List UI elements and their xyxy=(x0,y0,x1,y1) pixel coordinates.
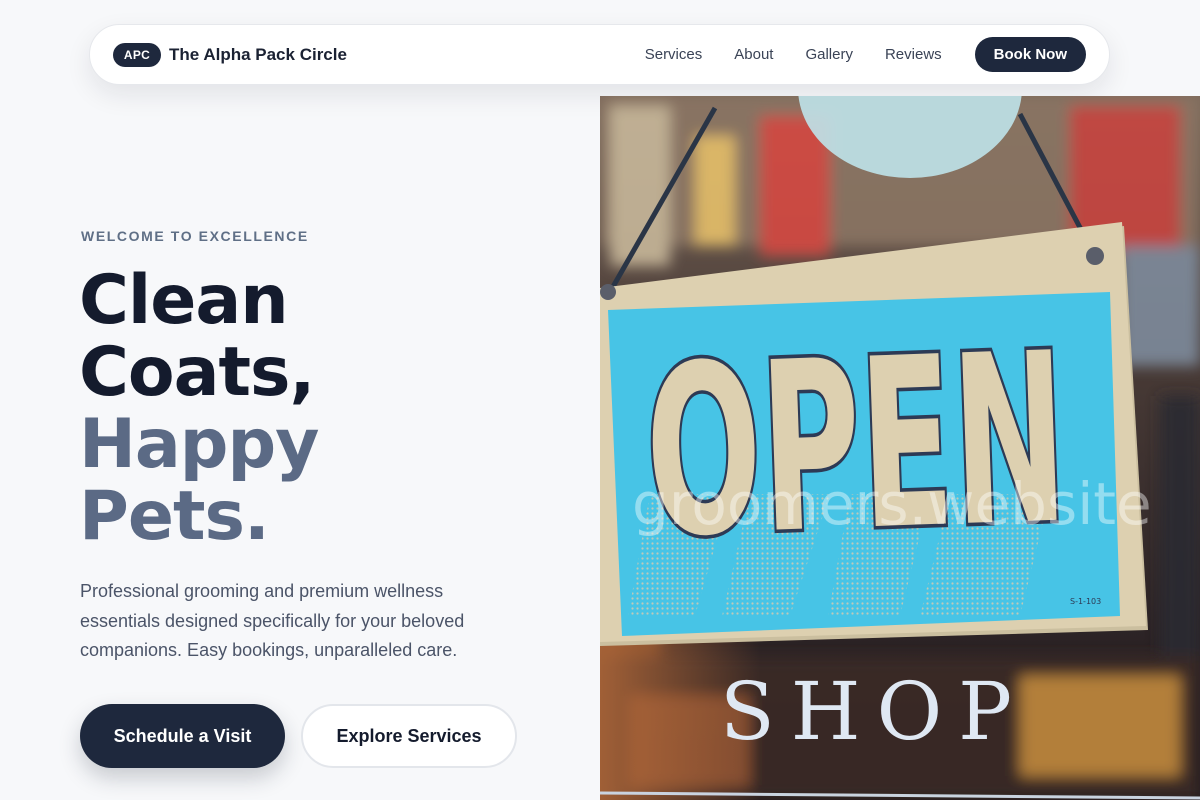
watermark-text: groomers.website xyxy=(632,470,1152,538)
hero-image-open-sign: OPEN S-1-103 SHOP groomers.website xyxy=(600,96,1200,800)
schedule-visit-button[interactable]: Schedule a Visit xyxy=(80,704,285,768)
open-sign-text: OPEN xyxy=(642,303,1071,590)
hero-headline: Clean Coats, Happy Pets. xyxy=(79,261,319,556)
top-navigation: APC The Alpha Pack Circle Services About… xyxy=(89,24,1110,85)
brand-logo-badge[interactable]: APC xyxy=(113,42,161,67)
nav-link-services[interactable]: Services xyxy=(645,46,703,63)
explore-services-button[interactable]: Explore Services xyxy=(301,704,517,768)
shop-window-text: SHOP xyxy=(720,665,1028,758)
nav-link-reviews[interactable]: Reviews xyxy=(885,46,942,63)
brand-name[interactable]: The Alpha Pack Circle xyxy=(169,45,347,65)
hero-eyebrow: WELCOME TO EXCELLENCE xyxy=(81,228,309,244)
nav-links: Services About Gallery Reviews xyxy=(645,46,942,63)
nav-link-gallery[interactable]: Gallery xyxy=(805,46,853,63)
sign-small-print: S-1-103 xyxy=(1070,597,1101,606)
headline-line-2: Coats, xyxy=(79,333,315,412)
nav-link-about[interactable]: About xyxy=(734,46,773,63)
hero-description: Professional grooming and premium wellne… xyxy=(80,581,465,660)
open-sign-illustration: OPEN S-1-103 SHOP groomers.website xyxy=(600,96,1200,800)
headline-line-4: Pets. xyxy=(79,477,270,556)
headline-line-3: Happy xyxy=(79,405,319,484)
book-now-button[interactable]: Book Now xyxy=(974,37,1086,72)
headline-line-1: Clean xyxy=(79,261,289,340)
